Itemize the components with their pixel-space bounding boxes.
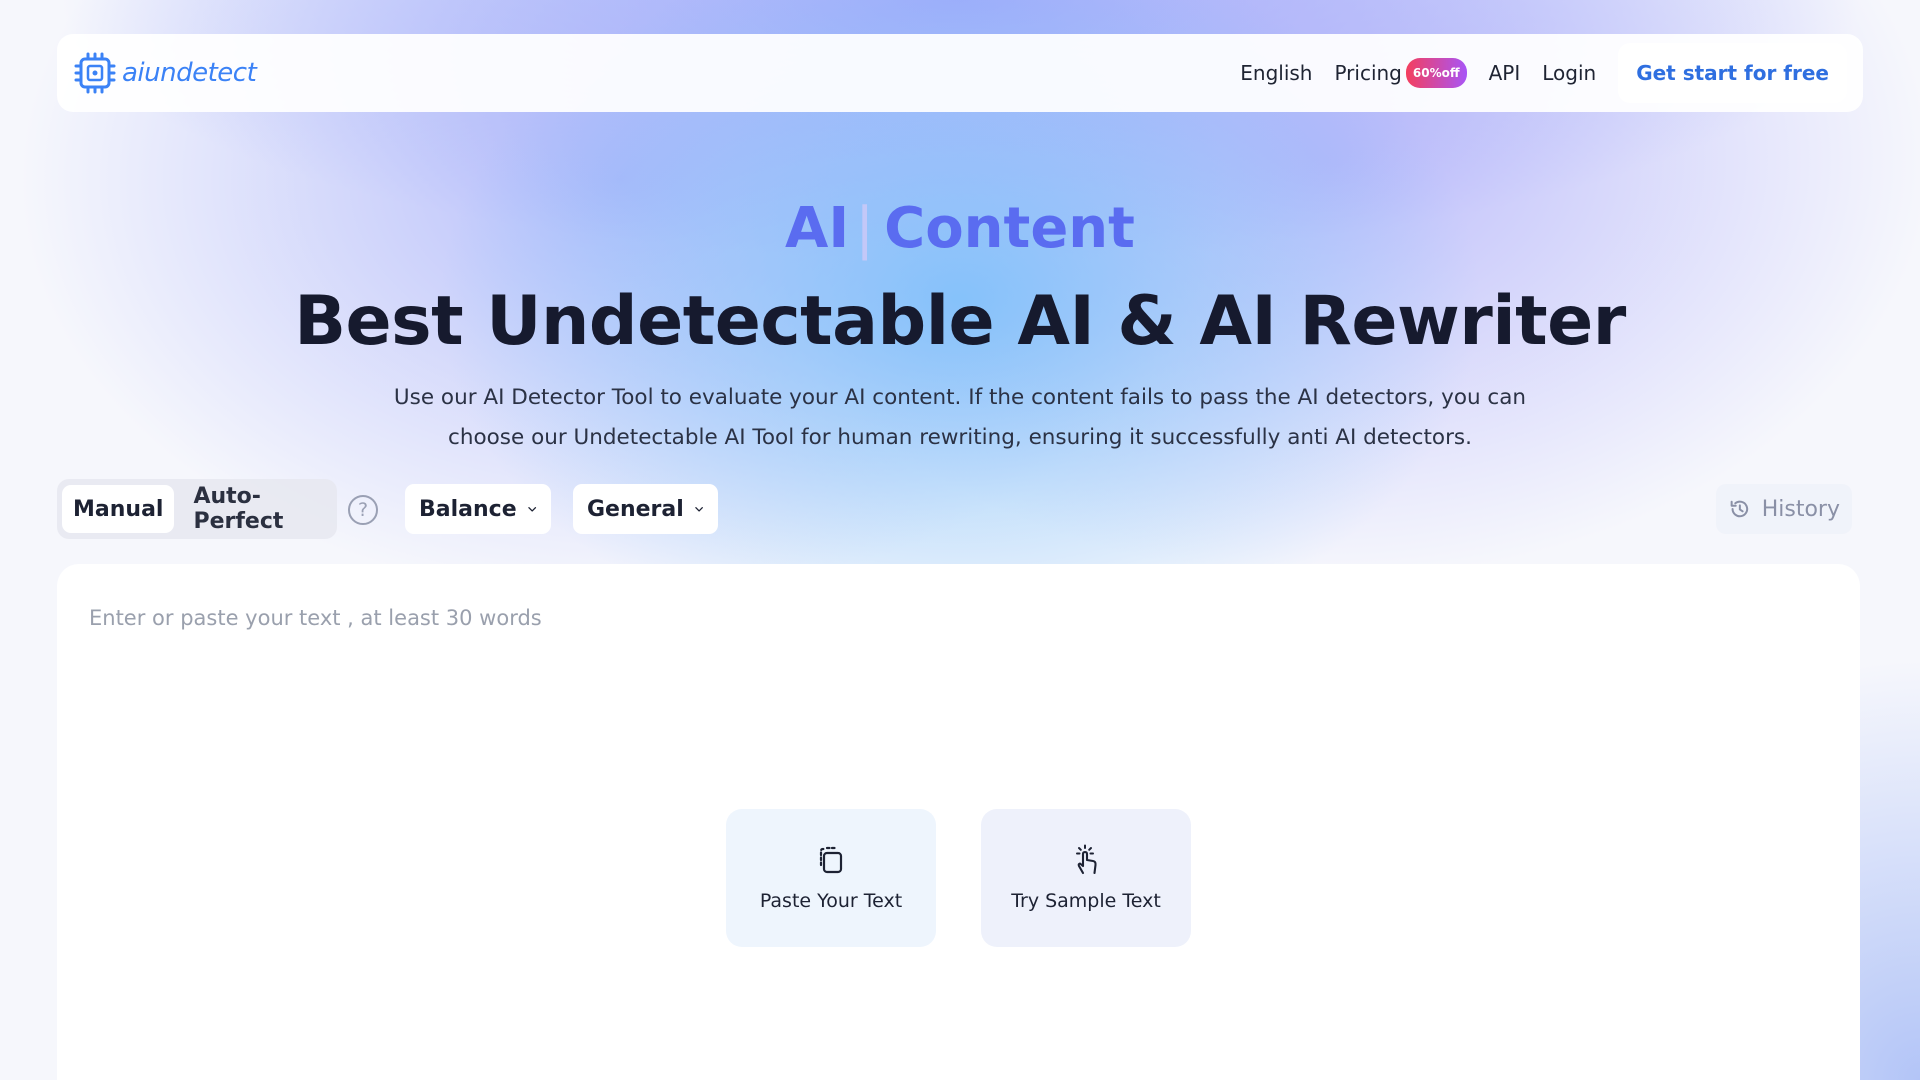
general-dropdown-label: General bbox=[587, 496, 684, 522]
paste-text-button[interactable]: Paste Your Text bbox=[726, 809, 936, 947]
general-dropdown[interactable]: General bbox=[573, 484, 718, 534]
eyebrow-left: AI bbox=[785, 196, 850, 261]
question-circle-icon[interactable]: ? bbox=[348, 495, 378, 525]
try-sample-label: Try Sample Text bbox=[1011, 890, 1161, 912]
get-started-button[interactable]: Get start for free bbox=[1618, 43, 1847, 103]
discount-badge: 60%off bbox=[1405, 58, 1467, 88]
chevron-down-icon bbox=[527, 507, 536, 512]
chevron-down-icon bbox=[695, 507, 703, 512]
balance-dropdown[interactable]: Balance bbox=[405, 484, 551, 534]
chip-logo-icon bbox=[74, 52, 116, 94]
history-clock-icon bbox=[1730, 500, 1749, 518]
history-button[interactable]: History bbox=[1716, 484, 1852, 534]
logo-text: aiundetect bbox=[122, 58, 257, 88]
page-title: Best Undetectable AI & AI Rewriter bbox=[294, 282, 1626, 361]
hero-description: Use our AI Detector Tool to evaluate you… bbox=[393, 385, 1527, 450]
clipboard-paste-icon bbox=[819, 846, 843, 874]
balance-dropdown-label: Balance bbox=[419, 496, 517, 522]
history-label: History bbox=[1761, 496, 1840, 522]
hand-tap-icon bbox=[1076, 844, 1097, 875]
mode-auto-perfect-tab[interactable]: Auto-Perfect bbox=[182, 484, 332, 534]
logo[interactable]: aiundetect bbox=[73, 51, 257, 95]
try-sample-button[interactable]: Try Sample Text bbox=[981, 809, 1191, 947]
paste-text-label: Paste Your Text bbox=[759, 890, 903, 912]
eyebrow-right: Content bbox=[884, 196, 1135, 261]
text-editor-panel: Paste Your Text Try Sample Text bbox=[57, 564, 1860, 1080]
typing-cursor: | bbox=[855, 196, 875, 261]
nav-language[interactable]: English bbox=[1240, 61, 1312, 85]
nav-pricing-label[interactable]: Pricing bbox=[1334, 61, 1401, 85]
mode-toggle: Manual Auto-Perfect bbox=[57, 479, 337, 539]
hero-eyebrow: AI | Content bbox=[0, 196, 1920, 261]
text-input[interactable] bbox=[89, 598, 1789, 638]
page: aiundetect English Pricing 60%off API Lo… bbox=[0, 0, 1920, 1080]
nav-login[interactable]: Login bbox=[1542, 61, 1596, 85]
mode-manual-tab[interactable]: Manual bbox=[62, 485, 175, 533]
nav-pricing[interactable]: Pricing 60%off bbox=[1334, 58, 1467, 88]
nav-links: English Pricing 60%off API Login Get sta… bbox=[1240, 43, 1847, 103]
nav-api[interactable]: API bbox=[1489, 61, 1521, 85]
top-navbar: aiundetect English Pricing 60%off API Lo… bbox=[57, 34, 1863, 112]
